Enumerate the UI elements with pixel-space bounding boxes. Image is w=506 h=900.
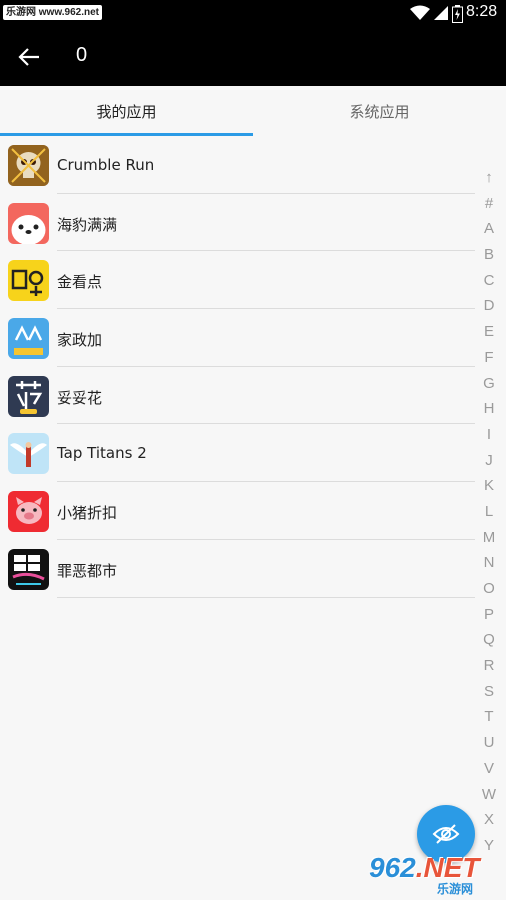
toolbar: 0 xyxy=(0,26,506,86)
index-letter[interactable]: R xyxy=(477,653,501,679)
skull-game-icon xyxy=(8,145,49,186)
tab-system-apps[interactable]: 系统应用 xyxy=(253,86,506,136)
index-letter[interactable]: K xyxy=(477,473,501,499)
list-item[interactable]: 海豹满满 xyxy=(0,194,475,252)
site-logo-watermark: 962.NET 乐游网 xyxy=(367,852,502,896)
list-item[interactable]: 小猪折扣 xyxy=(0,482,475,540)
logo-subtitle: 乐游网 xyxy=(437,882,474,896)
app-name: 小猪折扣 xyxy=(57,504,118,523)
status-clock: 8:28 xyxy=(466,3,498,20)
pig-icon xyxy=(8,491,49,533)
winged-hero-icon xyxy=(8,433,49,475)
signal-icon xyxy=(433,5,449,25)
status-bar: 乐游网 www.962.net 8:28 xyxy=(0,0,506,26)
app-name: 罪恶都市 xyxy=(57,561,118,580)
index-letter[interactable]: L xyxy=(477,499,501,525)
site-watermark: 乐游网 www.962.net xyxy=(3,5,102,20)
index-letter[interactable]: U xyxy=(477,730,501,756)
index-letter[interactable]: N xyxy=(477,550,501,576)
alphabet-index-bar[interactable]: ↑ # A B C D E F G H I J K L M N O P Q R … xyxy=(477,165,501,859)
yellow-news-icon xyxy=(8,260,49,302)
index-letter[interactable]: I xyxy=(477,422,501,448)
list-item[interactable]: Crumble Run xyxy=(0,136,475,194)
wifi-icon xyxy=(410,5,430,25)
app-name: 妥妥花 xyxy=(57,388,103,407)
index-letter[interactable]: Q xyxy=(477,627,501,653)
index-letter[interactable]: O xyxy=(477,576,501,602)
logo-suffix: .NET xyxy=(415,852,480,883)
tab-my-apps[interactable]: 我的应用 xyxy=(0,86,253,136)
list-item[interactable]: 妥妥花 xyxy=(0,367,475,425)
eye-off-icon xyxy=(432,824,460,844)
index-letter[interactable]: X xyxy=(477,807,501,833)
logo-number: 962 xyxy=(369,852,416,883)
index-letter[interactable]: P xyxy=(477,602,501,628)
page-title: 0 xyxy=(76,44,88,66)
app-name: Tap Titans 2 xyxy=(57,444,147,463)
index-letter[interactable]: W xyxy=(477,782,501,808)
index-letter[interactable]: H xyxy=(477,396,501,422)
list-item[interactable]: Tap Titans 2 xyxy=(0,424,475,483)
seal-face-icon xyxy=(8,202,49,244)
tab-bar: 我的应用 系统应用 xyxy=(0,86,506,136)
app-name: Crumble Run xyxy=(57,156,155,174)
divider xyxy=(57,596,475,598)
index-letter[interactable]: T xyxy=(477,704,501,730)
index-letter[interactable]: V xyxy=(477,756,501,782)
list-item[interactable]: 罪恶都市 xyxy=(0,540,475,598)
app-name: 海豹满满 xyxy=(57,215,118,234)
index-letter[interactable]: G xyxy=(477,371,501,397)
index-letter[interactable]: E xyxy=(477,319,501,345)
index-letter[interactable]: ↑ xyxy=(477,165,501,191)
app-name: 金看点 xyxy=(57,273,103,292)
index-letter[interactable]: F xyxy=(477,345,501,371)
index-letter[interactable]: M xyxy=(477,525,501,551)
index-letter[interactable]: J xyxy=(477,448,501,474)
index-letter[interactable]: A xyxy=(477,216,501,242)
index-letter[interactable]: D xyxy=(477,293,501,319)
index-letter[interactable]: B xyxy=(477,242,501,268)
arrow-left-icon xyxy=(18,48,39,66)
app-list: Crumble Run 海豹满满 金看点 家政加 妥妥花 Tap Titans xyxy=(0,136,475,598)
back-button[interactable] xyxy=(12,40,46,74)
index-letter[interactable]: C xyxy=(477,268,501,294)
battery-icon xyxy=(452,5,463,27)
list-item[interactable]: 家政加 xyxy=(0,309,475,367)
index-letter[interactable]: # xyxy=(477,191,501,217)
list-item[interactable]: 金看点 xyxy=(0,251,475,310)
gta-vice-city-icon xyxy=(8,548,49,590)
housekeeping-icon xyxy=(8,318,49,360)
app-name: 家政加 xyxy=(57,331,103,350)
flower-loan-icon xyxy=(8,375,49,417)
index-letter[interactable]: S xyxy=(477,679,501,705)
